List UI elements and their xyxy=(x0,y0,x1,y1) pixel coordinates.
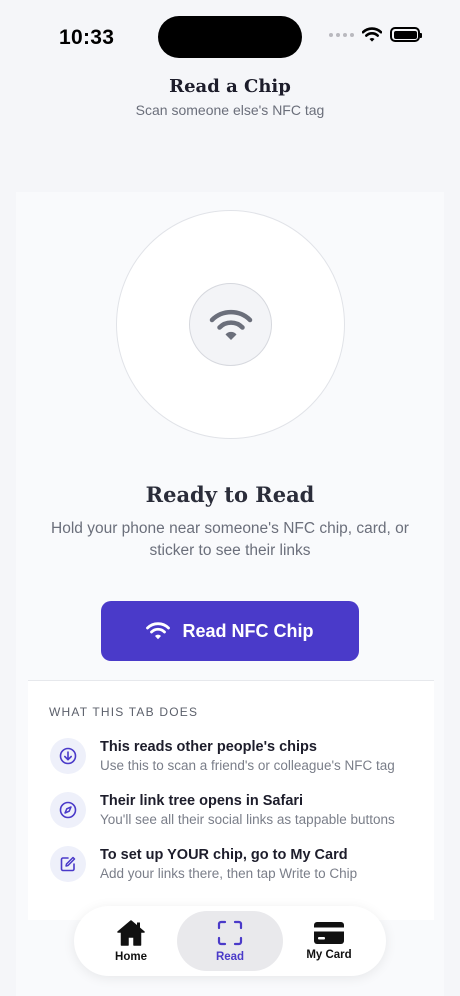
tab-bar: Home Read My Card xyxy=(74,906,386,976)
info-item-description: You'll see all their social links as tap… xyxy=(100,812,395,827)
dynamic-island xyxy=(158,16,302,58)
info-item: Their link tree opens in Safari You'll s… xyxy=(50,792,395,828)
read-nfc-chip-button[interactable]: Read NFC Chip xyxy=(101,601,359,661)
scan-icon xyxy=(217,920,243,946)
info-item-description: Use this to scan a friend's or colleague… xyxy=(100,758,395,773)
info-item-title: This reads other people's chips xyxy=(100,739,317,755)
tab-read-label: Read xyxy=(215,951,245,963)
cellular-signal-icon xyxy=(329,32,354,37)
scan-indicator xyxy=(189,283,272,366)
compass-icon xyxy=(50,792,86,828)
info-item-title: To set up YOUR chip, go to My Card xyxy=(100,847,348,863)
wifi-status-icon xyxy=(362,27,382,42)
edit-icon xyxy=(50,846,86,882)
info-card: WHAT THIS TAB DOES This reads other peop… xyxy=(28,680,434,920)
status-bar: 10:33 xyxy=(0,0,460,70)
tab-my-card-label: My Card xyxy=(306,949,352,961)
status-icons xyxy=(329,27,422,42)
tab-read[interactable]: Read xyxy=(177,911,283,971)
page-title: Read a Chip xyxy=(169,76,291,97)
tab-home[interactable]: Home xyxy=(78,911,184,971)
page-header: Read a Chip Scan someone else's NFC tag xyxy=(0,76,460,118)
page-subtitle: Scan someone else's NFC tag xyxy=(135,102,325,118)
arrow-down-circle-icon xyxy=(50,738,86,774)
info-item: To set up YOUR chip, go to My Card Add y… xyxy=(50,846,357,882)
read-nfc-chip-label: Read NFC Chip xyxy=(182,620,314,641)
info-heading: WHAT THIS TAB DOES xyxy=(49,705,199,719)
tab-my-card[interactable]: My Card xyxy=(276,911,382,971)
ready-description: Hold your phone near someone's NFC chip,… xyxy=(51,520,409,559)
tab-home-label: Home xyxy=(115,951,147,963)
credit-card-icon xyxy=(314,922,344,944)
info-item-title: Their link tree opens in Safari xyxy=(100,793,304,809)
info-item-description: Add your links there, then tap Write to … xyxy=(100,866,358,881)
wifi-icon xyxy=(146,622,171,640)
ready-title: Ready to Read xyxy=(145,482,315,507)
wifi-icon xyxy=(209,309,252,340)
info-item: This reads other people's chips Use this… xyxy=(50,738,395,774)
battery-icon xyxy=(390,27,422,42)
status-time: 10:33 xyxy=(59,26,115,49)
home-icon xyxy=(117,920,145,946)
